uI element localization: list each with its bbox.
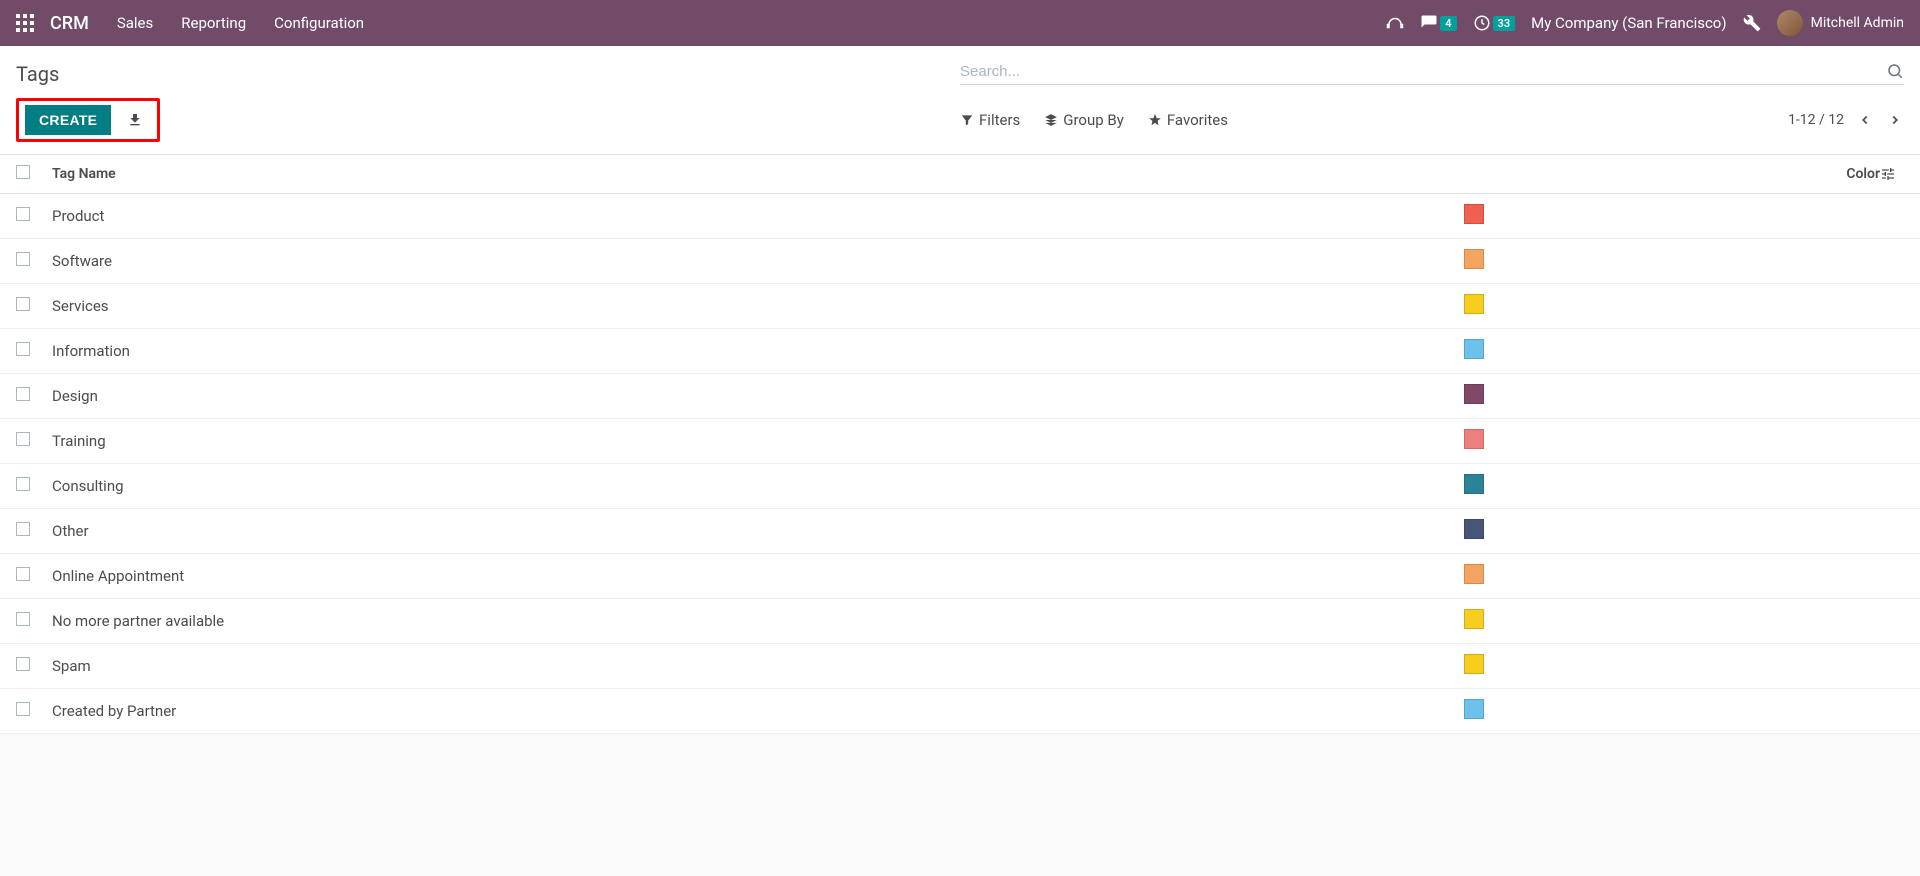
tag-name-cell: No more partner available [52,612,224,630]
color-swatch[interactable] [1464,564,1484,584]
color-swatch[interactable] [1464,519,1484,539]
optional-columns-icon[interactable] [1880,166,1904,182]
messaging-icon[interactable]: 4 [1420,14,1456,32]
row-checkbox[interactable] [16,567,30,581]
user-menu[interactable]: Mitchell Admin [1777,10,1904,36]
voip-icon[interactable] [1386,14,1404,32]
favorites-label: Favorites [1167,111,1228,129]
color-swatch[interactable] [1464,654,1484,674]
filter-icon [960,113,974,127]
row-checkbox[interactable] [16,297,30,311]
tag-name-cell: Other [52,522,89,540]
groupby-button[interactable]: Group By [1044,111,1124,129]
row-checkbox[interactable] [16,702,30,716]
nav-menu: Sales Reporting Configuration [117,14,364,32]
tag-name-cell: Consulting [52,477,124,495]
tag-name-cell: Design [52,387,98,405]
row-checkbox[interactable] [16,612,30,626]
tag-name-cell: Spam [52,657,91,675]
color-swatch[interactable] [1464,474,1484,494]
color-swatch[interactable] [1464,249,1484,269]
control-panel: Tags CREATE Filters [0,46,1920,155]
color-swatch[interactable] [1464,384,1484,404]
import-button[interactable] [119,106,151,134]
table-row[interactable]: Other [0,509,1920,554]
table-row[interactable]: Online Appointment [0,554,1920,599]
search-icon[interactable] [1886,62,1904,80]
color-swatch[interactable] [1464,339,1484,359]
nav-item-reporting[interactable]: Reporting [181,14,246,32]
activities-icon[interactable]: 33 [1473,14,1516,32]
select-all-checkbox[interactable] [16,165,30,179]
app-brand[interactable]: CRM [50,13,89,34]
list-view: Tag Name Color Product Software Services… [0,155,1920,734]
navbar-right: 4 33 My Company (San Francisco) Mitchell… [1386,10,1904,36]
color-swatch[interactable] [1464,699,1484,719]
create-highlight: CREATE [16,98,160,142]
messaging-badge: 4 [1440,16,1456,31]
color-swatch[interactable] [1464,429,1484,449]
table-row[interactable]: Services [0,284,1920,329]
user-name: Mitchell Admin [1811,15,1904,31]
row-checkbox[interactable] [16,342,30,356]
header-color[interactable]: Color [1800,166,1880,182]
favorites-button[interactable]: Favorites [1148,111,1228,129]
tag-name-cell: Software [52,252,112,270]
avatar [1777,10,1803,36]
pager-text[interactable]: 1-12 / 12 [1788,112,1844,128]
tag-name-cell: Product [52,207,104,225]
groupby-label: Group By [1063,111,1124,129]
filters-button[interactable]: Filters [960,111,1020,129]
nav-item-sales[interactable]: Sales [117,14,153,32]
table-row[interactable]: Training [0,419,1920,464]
tag-name-cell: Training [52,432,106,450]
table-row[interactable]: No more partner available [0,599,1920,644]
create-button[interactable]: CREATE [25,105,111,135]
table-row[interactable]: Created by Partner [0,689,1920,734]
apps-icon[interactable] [16,14,34,32]
table-row[interactable]: Consulting [0,464,1920,509]
table-row[interactable]: Spam [0,644,1920,689]
layers-icon [1044,113,1058,127]
navbar-left: CRM Sales Reporting Configuration [16,13,364,34]
tag-name-cell: Information [52,342,130,360]
row-checkbox[interactable] [16,432,30,446]
top-navbar: CRM Sales Reporting Configuration 4 33 M… [0,0,1920,46]
pager: 1-12 / 12 [1788,111,1904,129]
page-title: Tags [16,58,960,86]
row-checkbox[interactable] [16,522,30,536]
debug-icon[interactable] [1743,14,1761,32]
row-checkbox[interactable] [16,387,30,401]
search-input[interactable] [960,63,1886,80]
nav-item-configuration[interactable]: Configuration [274,14,364,32]
activities-badge: 33 [1493,16,1516,31]
color-swatch[interactable] [1464,609,1484,629]
table-row[interactable]: Information [0,329,1920,374]
row-checkbox[interactable] [16,477,30,491]
color-swatch[interactable] [1464,204,1484,224]
pager-next[interactable] [1886,111,1904,129]
header-tag-name[interactable]: Tag Name [52,166,1460,182]
star-icon [1148,113,1162,127]
color-swatch[interactable] [1464,294,1484,314]
tag-name-cell: Created by Partner [52,702,176,720]
tag-name-cell: Services [52,297,109,315]
row-checkbox[interactable] [16,207,30,221]
list-header: Tag Name Color [0,155,1920,194]
filters-label: Filters [979,111,1020,129]
table-row[interactable]: Product [0,194,1920,239]
table-row[interactable]: Design [0,374,1920,419]
search-area [960,58,1904,85]
row-checkbox[interactable] [16,657,30,671]
row-checkbox[interactable] [16,252,30,266]
company-switcher[interactable]: My Company (San Francisco) [1531,14,1726,32]
table-row[interactable]: Software [0,239,1920,284]
pager-prev[interactable] [1856,111,1874,129]
tag-name-cell: Online Appointment [52,567,184,585]
